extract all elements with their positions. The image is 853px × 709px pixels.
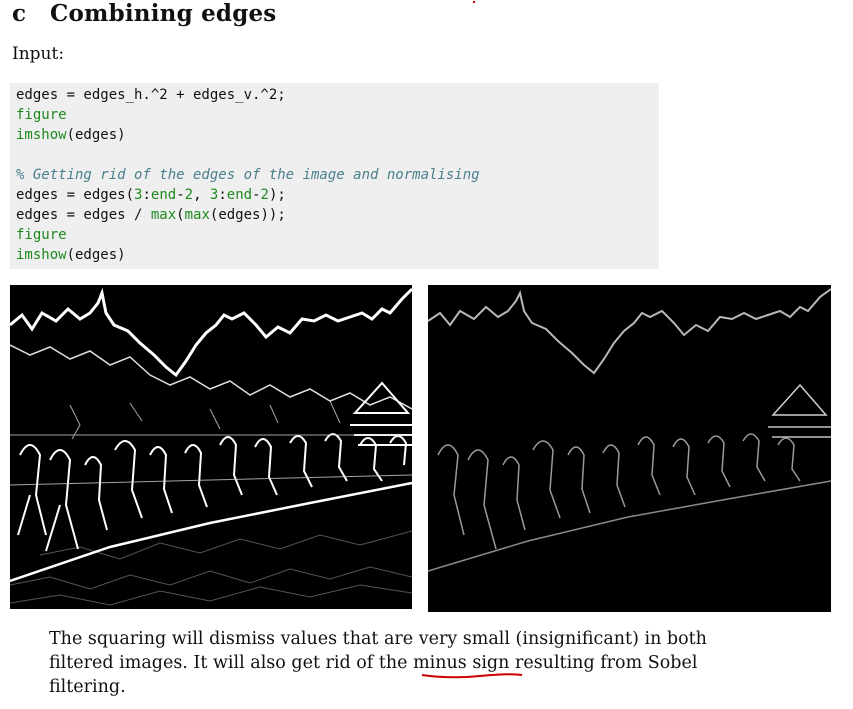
code-line-6: edges = edges(3:end-2, 3:end-2);	[16, 187, 286, 203]
code-args: (edges)	[66, 247, 126, 263]
code-keyword: end	[226, 187, 253, 203]
edges-image-raw-graphic	[10, 285, 412, 609]
code-line-9: imshow(edges)	[16, 247, 126, 263]
code-line-8: figure	[16, 227, 67, 243]
edges-image-normalised	[428, 285, 831, 612]
code-seg: edges = edges /	[16, 207, 151, 223]
input-label: Input:	[12, 44, 65, 64]
code-keyword: imshow	[16, 247, 67, 263]
section-letter: c	[12, 0, 27, 27]
code-seg: (edges));	[209, 207, 286, 223]
code-line-7: edges = edges / max(max(edges));	[16, 207, 286, 223]
code-seg: -	[252, 187, 261, 203]
section-heading: c Combining edges	[12, 0, 276, 27]
code-keyword: imshow	[16, 127, 67, 143]
code-num: 2	[184, 187, 194, 203]
code-args: (edges)	[66, 127, 126, 143]
caption-highlight: minus sign	[413, 653, 510, 673]
code-text: edges = edges_h.^2 + edges_v.^2; figure …	[16, 85, 480, 265]
code-line-3: imshow(edges)	[16, 127, 126, 143]
red-underline-annotation	[421, 673, 523, 679]
code-num: 2	[260, 187, 269, 203]
code-seg: edges = edges(	[16, 187, 135, 203]
code-seg: :	[218, 187, 227, 203]
code-seg: ,	[193, 187, 210, 203]
code-line-1: edges = edges_h.^2 + edges_v.^2;	[16, 87, 286, 103]
code-keyword: end	[150, 187, 177, 203]
code-listing: edges = edges_h.^2 + edges_v.^2; figure …	[10, 83, 659, 269]
code-keyword: max	[150, 207, 177, 223]
code-comment: % Getting rid of the edges of the image …	[16, 167, 480, 183]
caption-paragraph: The squaring will dismiss values that ar…	[49, 627, 709, 699]
code-seg: :	[142, 187, 151, 203]
code-keyword: max	[184, 207, 210, 223]
stray-red-mark	[473, 1, 475, 3]
code-line-2: figure	[16, 107, 67, 123]
code-seg: );	[268, 187, 286, 203]
edges-image-raw	[10, 285, 412, 609]
edges-image-normalised-graphic	[428, 285, 831, 612]
code-seg: (	[176, 207, 185, 223]
section-title-text: Combining edges	[50, 0, 277, 27]
code-seg: -	[176, 187, 185, 203]
